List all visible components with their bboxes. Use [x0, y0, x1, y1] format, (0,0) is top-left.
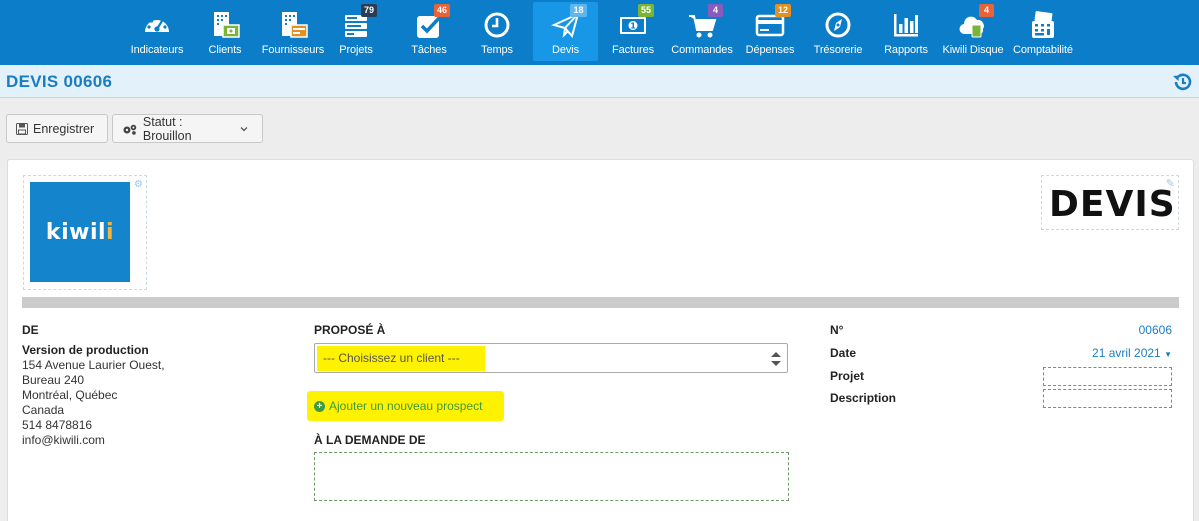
client-select-placeholder: --- Choisissez un client ---: [317, 346, 485, 371]
invoices-count-badge: 55: [637, 4, 654, 17]
nav-projets[interactable]: 79 Projets: [333, 0, 379, 65]
nav-label: Rapports: [884, 44, 928, 56]
projects-icon: 79: [339, 4, 377, 41]
credit-card-icon: 12: [753, 4, 791, 41]
add-prospect-link[interactable]: + Ajouter un nouveau prospect: [307, 391, 504, 421]
orders-count-badge: 4: [708, 4, 723, 17]
address-line: 154 Avenue Laurier Ouest,: [22, 358, 165, 372]
nav-label: Dépenses: [745, 44, 795, 56]
quote-number: 00606: [1138, 323, 1172, 337]
nav-depenses[interactable]: 12 Dépenses: [743, 0, 797, 65]
nav-label: Fournisseurs: [261, 44, 325, 56]
paper-plane-icon: 18: [549, 4, 587, 41]
plus-circle-icon: +: [314, 400, 325, 412]
nav-label: Comptabilité: [1013, 44, 1073, 56]
nav-devis[interactable]: 18 Devis: [533, 2, 598, 61]
proposed-to-heading: PROPOSÉ À: [314, 323, 386, 337]
title-bar: DEVIS 00606: [0, 65, 1199, 98]
client-select[interactable]: --- Choisissez un client ---: [314, 343, 788, 373]
address-line: Canada: [22, 403, 65, 417]
nav-commandes[interactable]: 4 Commandes: [670, 0, 734, 65]
sender-phone: 514 8478816: [22, 418, 93, 432]
save-button-label: Enregistrer: [33, 121, 95, 136]
sender-email: info@kiwili.com: [22, 433, 105, 447]
edit-icon[interactable]: ✎: [1166, 177, 1175, 190]
nav-kiwili-disque[interactable]: 4 Kiwili Disque: [941, 0, 1005, 65]
clock-icon: [480, 9, 514, 41]
logo-frame[interactable]: kiwili ⚙: [23, 175, 147, 290]
nav-taches[interactable]: 46 Tâches: [406, 0, 452, 65]
document-heading-frame[interactable]: DEVIS ✎: [1041, 175, 1179, 230]
nav-label: Tâches: [411, 44, 447, 56]
suppliers-building-icon: [276, 9, 310, 41]
nav-fournisseurs[interactable]: Fournisseurs: [260, 0, 326, 65]
nav-label: Temps: [481, 44, 513, 56]
gauge-icon: [140, 9, 174, 41]
drive-count-badge: 4: [979, 4, 994, 17]
address-line: Bureau 240: [22, 373, 85, 387]
save-button[interactable]: Enregistrer: [6, 114, 108, 143]
sender-company: Version de production: [22, 343, 149, 357]
top-navigation: Indicateurs Clients Fournisseurs 79 Proj…: [0, 0, 1199, 65]
compass-icon: [821, 9, 855, 41]
devis-count-badge: 18: [570, 4, 587, 17]
nav-temps[interactable]: Temps: [474, 0, 520, 65]
quote-document: kiwili ⚙ DEVIS ✎ DE Version de productio…: [7, 159, 1194, 521]
page-title: DEVIS 00606: [6, 72, 113, 91]
requested-by-field[interactable]: [314, 452, 789, 501]
caret-down-icon: ▼: [1164, 350, 1172, 359]
company-logo: kiwili: [30, 182, 130, 282]
cloud-drive-icon: 4: [956, 4, 994, 41]
document-heading: DEVIS: [1049, 184, 1176, 225]
date-label: Date: [830, 346, 857, 360]
from-heading: DE: [22, 323, 39, 337]
nav-tresorerie[interactable]: Trésorerie: [811, 0, 865, 65]
requested-by-heading: À LA DEMANDE DE: [314, 433, 426, 447]
nav-label: Projets: [339, 44, 373, 56]
description-label: Description: [830, 391, 897, 405]
header-separator: [22, 297, 1179, 308]
status-cogs-icon: [123, 124, 137, 135]
nav-clients[interactable]: Clients: [198, 0, 252, 65]
clients-building-icon: [208, 9, 242, 41]
project-field[interactable]: [1043, 367, 1172, 386]
invoice-icon: 1 55: [616, 4, 654, 41]
nav-indicateurs[interactable]: Indicateurs: [125, 0, 189, 65]
address-line: Montréal, Québec: [22, 388, 118, 402]
nav-rapports[interactable]: Rapports: [880, 0, 932, 65]
calculator-icon: [1026, 9, 1060, 41]
floppy-disk-icon: [16, 122, 28, 135]
status-dropdown-button[interactable]: Statut : Brouillon: [112, 114, 263, 143]
project-label: Projet: [830, 369, 865, 383]
status-label: Statut : Brouillon: [142, 114, 192, 143]
expenses-count-badge: 12: [774, 4, 791, 17]
nav-label: Indicateurs: [130, 44, 184, 56]
nav-label: Kiwili Disque: [942, 44, 1004, 56]
logo-settings-icon[interactable]: ⚙: [134, 179, 143, 190]
date-picker[interactable]: 21 avril 2021 ▼: [1092, 346, 1172, 360]
description-field[interactable]: [1043, 389, 1172, 408]
nav-label: Commandes: [671, 44, 733, 56]
nav-comptabilite[interactable]: Comptabilité: [1010, 0, 1076, 65]
chevron-down-icon: [240, 126, 248, 131]
history-icon[interactable]: [1171, 71, 1193, 93]
tasks-count-badge: 46: [433, 4, 450, 17]
projects-count-badge: 79: [360, 4, 377, 17]
date-value: 21 avril 2021: [1092, 346, 1161, 360]
cart-icon: 4: [685, 4, 723, 41]
nav-label: Factures: [612, 44, 654, 56]
tasks-check-icon: 46: [412, 4, 450, 41]
nav-factures[interactable]: 1 55 Factures: [610, 0, 656, 65]
logo-text: kiwili: [45, 219, 115, 245]
nav-label: Trésorerie: [813, 44, 863, 56]
nav-label: Clients: [208, 44, 242, 56]
select-arrows-icon: [771, 352, 781, 366]
sender-address: Version de production 154 Avenue Laurier…: [22, 343, 165, 448]
bar-chart-icon: [889, 9, 923, 41]
add-prospect-label: Ajouter un nouveau prospect: [329, 399, 483, 413]
svg-text:1: 1: [630, 22, 636, 31]
nav-label: Devis: [551, 44, 579, 56]
number-label: N°: [830, 323, 844, 337]
